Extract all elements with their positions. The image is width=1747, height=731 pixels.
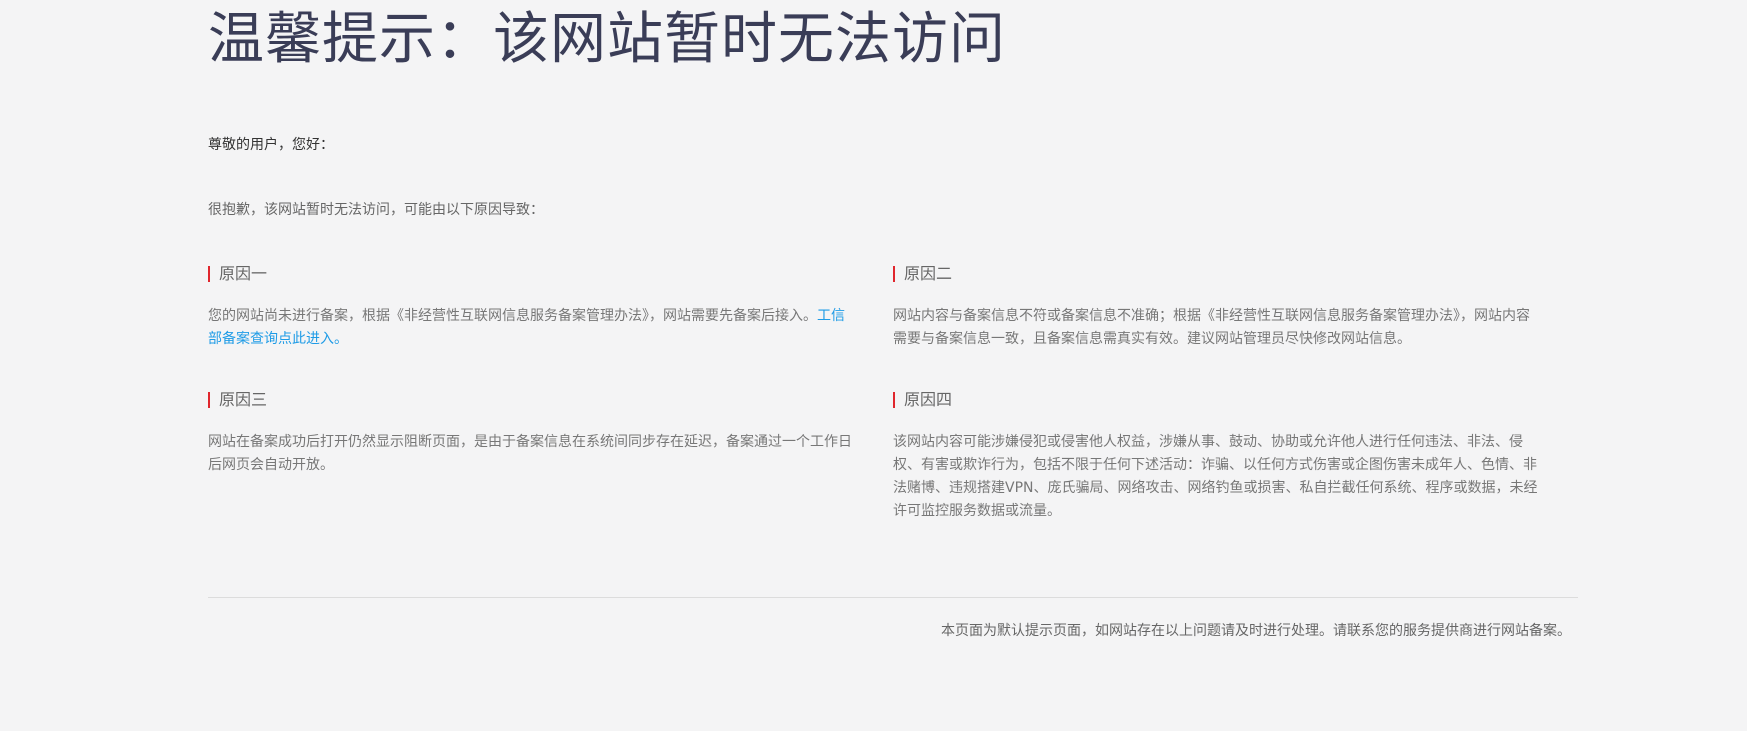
red-accent-bar xyxy=(893,266,895,282)
reason-four-heading: 原因四 xyxy=(893,389,1543,411)
red-accent-bar xyxy=(208,266,210,282)
reason-two: 原因二 网站内容与备案信息不符或备案信息不准确；根据《非经营性互联网信息服务备案… xyxy=(893,263,1543,351)
reason-one-text: 您的网站尚未进行备案，根据《非经营性互联网信息服务备案管理办法》，网站需要先备案… xyxy=(208,305,856,351)
reason-one: 原因一 您的网站尚未进行备案，根据《非经营性互联网信息服务备案管理办法》，网站需… xyxy=(208,263,856,351)
reason-two-text: 网站内容与备案信息不符或备案信息不准确；根据《非经营性互联网信息服务备案管理办法… xyxy=(893,308,1530,347)
red-accent-bar xyxy=(208,392,210,408)
page-title: 温馨提示：该网站暂时无法访问 xyxy=(208,7,1006,72)
reason-two-heading: 原因二 xyxy=(893,263,1543,285)
footer-divider xyxy=(208,597,1578,598)
reason-three-heading: 原因三 xyxy=(208,389,856,411)
notice-page: 温馨提示：该网站暂时无法访问 尊敬的用户，您好： 很抱歉，该网站暂时无法访问，可… xyxy=(0,0,1747,731)
reason-one-heading: 原因一 xyxy=(208,263,856,285)
reason-four-text: 该网站内容可能涉嫌侵犯或侵害他人权益，涉嫌从事、鼓动、协助或允许他人进行任何违法… xyxy=(893,434,1538,519)
intro-text: 很抱歉，该网站暂时无法访问，可能由以下原因导致： xyxy=(208,202,544,218)
reason-one-body: 您的网站尚未进行备案，根据《非经营性互联网信息服务备案管理办法》，网站需要先备案… xyxy=(208,308,817,324)
reason-two-title: 原因二 xyxy=(904,264,953,283)
reason-three-title: 原因三 xyxy=(219,390,268,409)
red-accent-bar xyxy=(893,392,895,408)
reason-four-title: 原因四 xyxy=(904,390,953,409)
reason-one-title: 原因一 xyxy=(219,264,268,283)
reason-three-text: 网站在备案成功后打开仍然显示阻断页面，是由于备案信息在系统间同步存在延迟，备案通… xyxy=(208,434,852,473)
greeting-text: 尊敬的用户，您好： xyxy=(208,137,334,153)
reason-four: 原因四 该网站内容可能涉嫌侵犯或侵害他人权益，涉嫌从事、鼓动、协助或允许他人进行… xyxy=(893,389,1543,523)
reason-three: 原因三 网站在备案成功后打开仍然显示阻断页面，是由于备案信息在系统间同步存在延迟… xyxy=(208,389,856,477)
footer-note: 本页面为默认提示页面，如网站存在以上问题请及时进行处理。请联系您的服务提供商进行… xyxy=(941,623,1571,639)
